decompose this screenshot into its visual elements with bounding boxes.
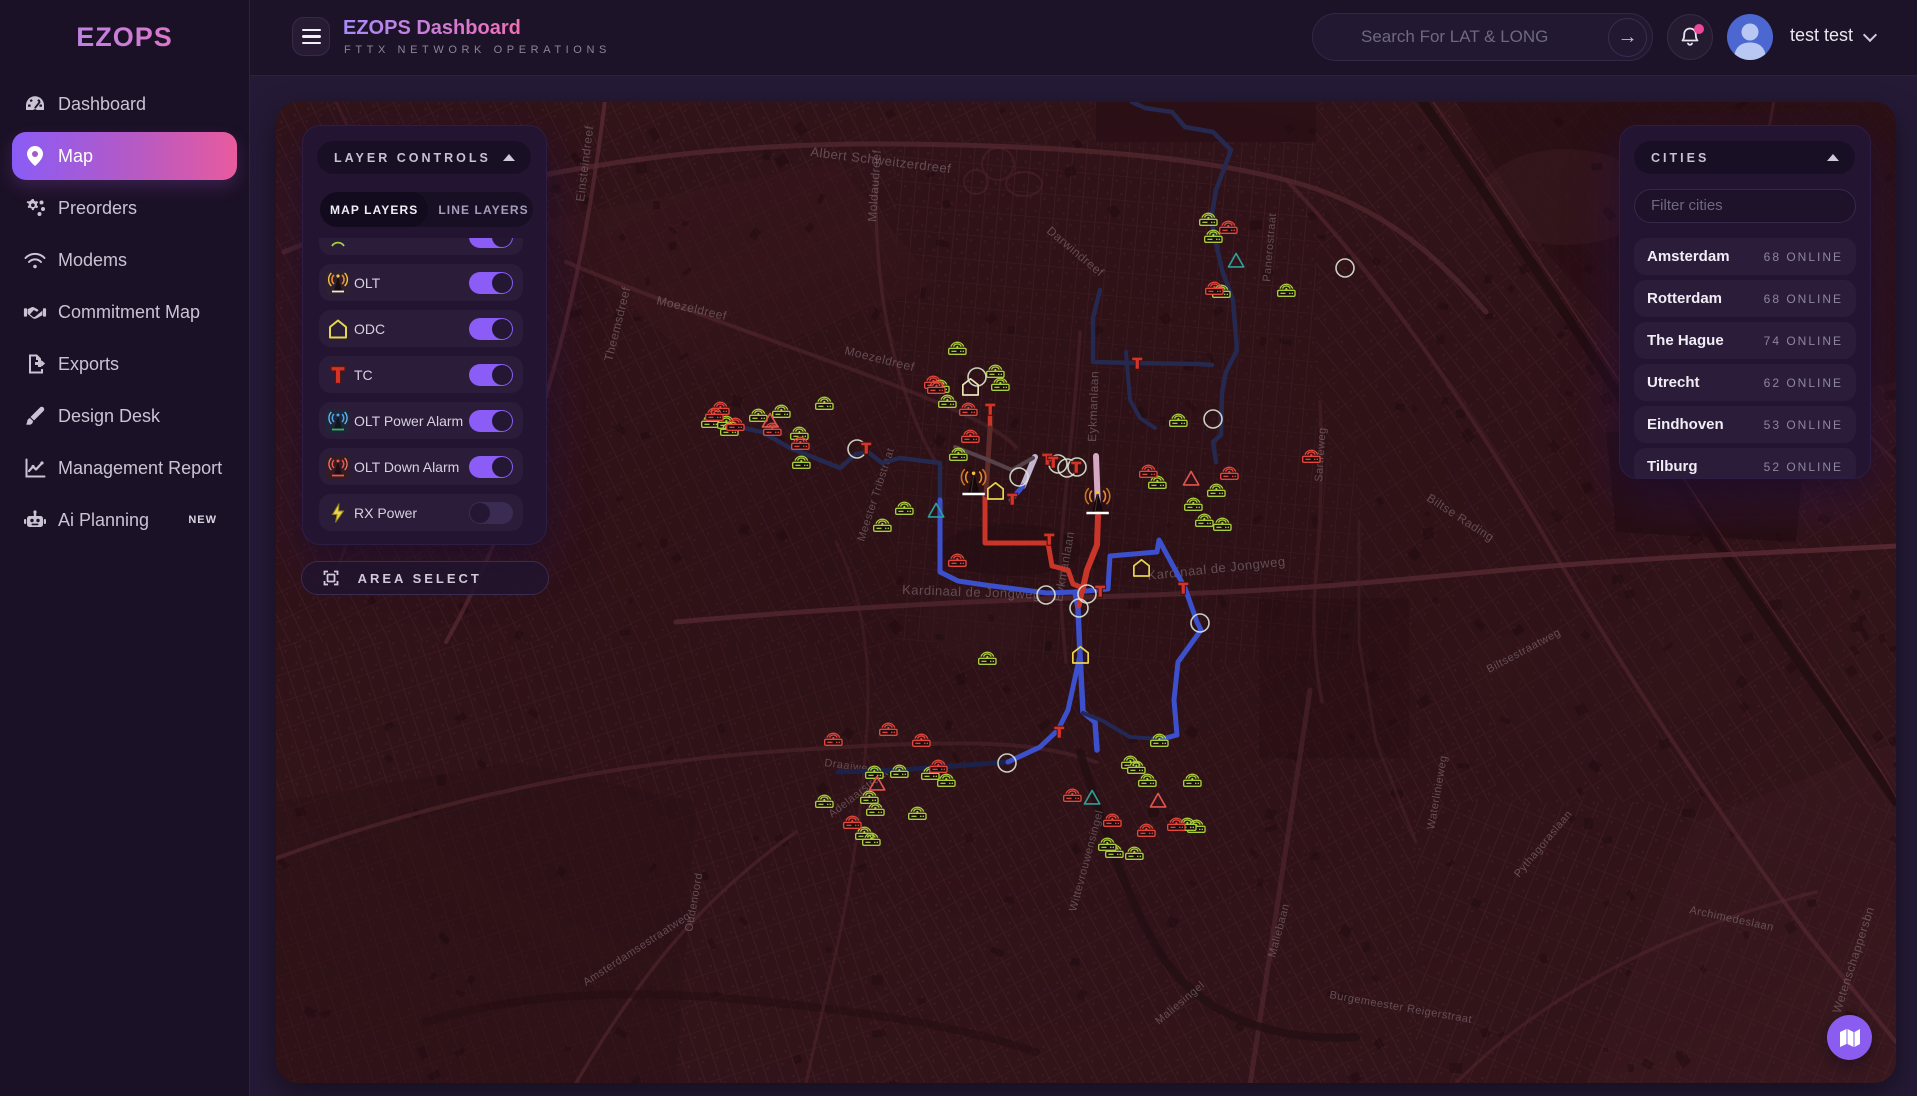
svg-text:Eykmanlaan: Eykmanlaan <box>1085 371 1101 442</box>
